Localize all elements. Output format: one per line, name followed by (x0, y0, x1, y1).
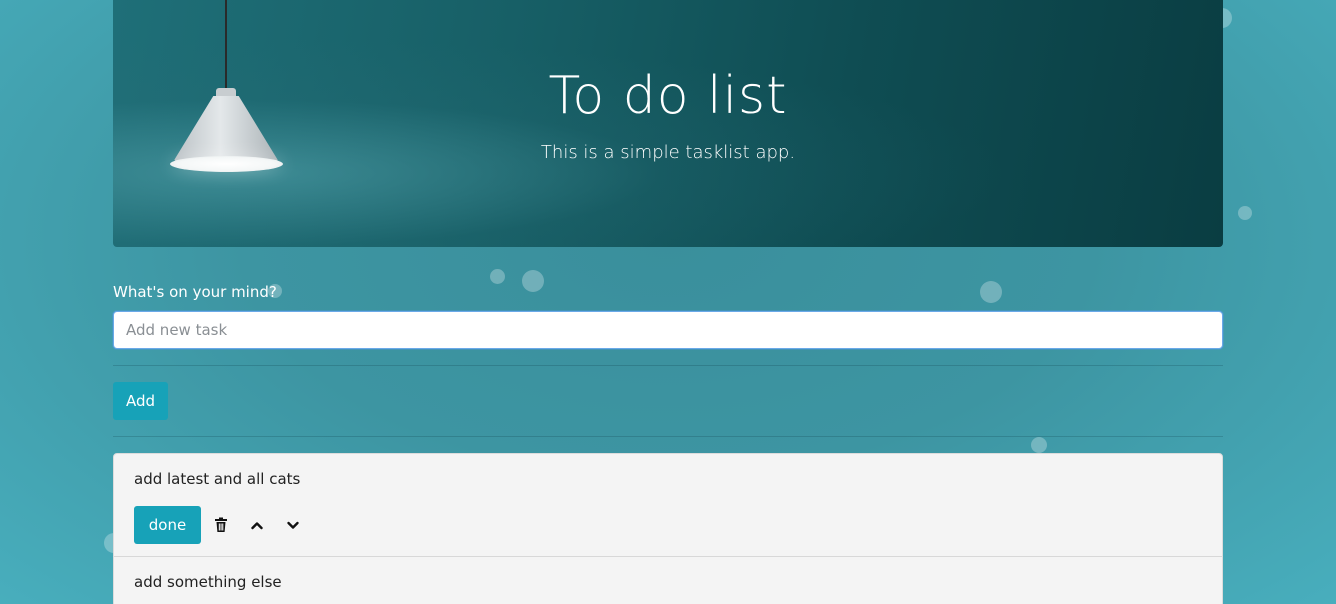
trash-icon[interactable] (212, 516, 230, 534)
decorative-bubble (1238, 206, 1252, 220)
page-title: To do list (548, 66, 788, 126)
decorative-bubble (490, 269, 505, 284)
done-button[interactable]: done (134, 506, 201, 544)
divider (114, 556, 1222, 557)
add-task-button[interactable]: Add (113, 382, 168, 420)
hero-banner: To do list This is a simple tasklist app… (113, 0, 1223, 247)
task-text: add something else (134, 573, 282, 591)
task-input-label: What's on your mind? (113, 283, 277, 301)
decorative-bubble (522, 270, 544, 292)
task-text: add latest and all cats (134, 470, 301, 488)
page-subtitle: This is a simple tasklist app. (540, 142, 796, 163)
chevron-up-icon[interactable] (248, 516, 266, 534)
decorative-bubble (1031, 437, 1047, 453)
new-task-input[interactable] (113, 311, 1223, 349)
task-list: add latest and all cats done add somethi… (113, 453, 1223, 604)
divider (113, 436, 1223, 437)
chevron-down-icon[interactable] (284, 516, 302, 534)
decorative-bubble (980, 281, 1002, 303)
divider (113, 365, 1223, 366)
